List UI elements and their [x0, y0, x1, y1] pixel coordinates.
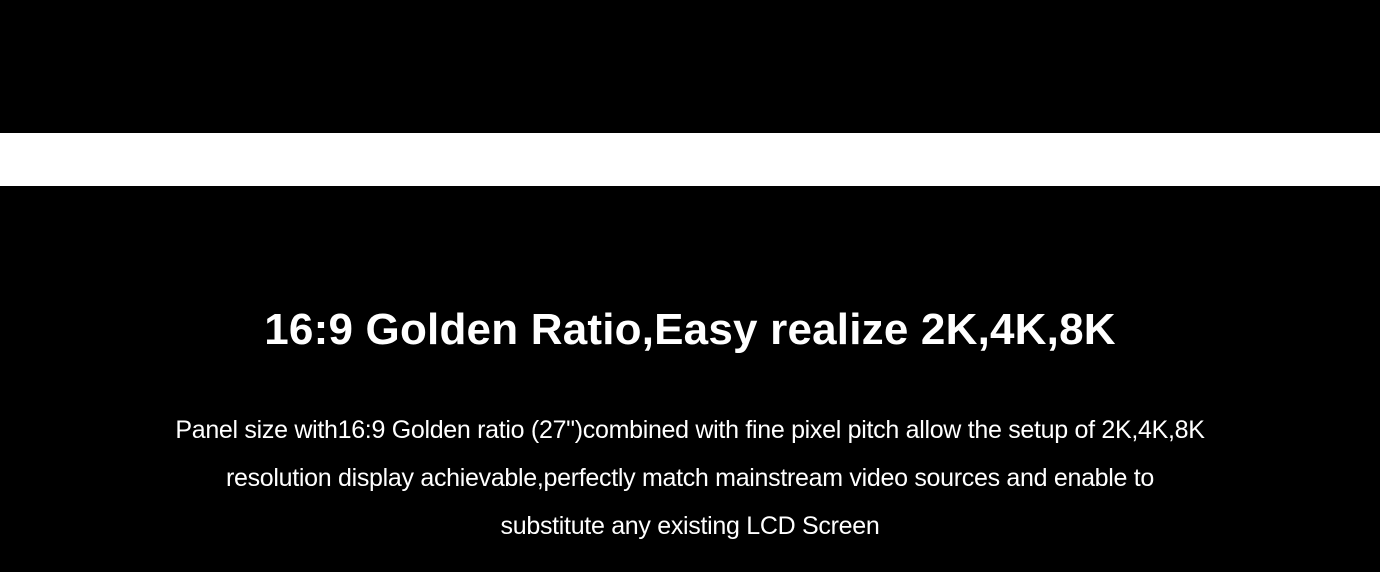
feature-description: Panel size with16:9 Golden ratio (27")co…: [90, 406, 1290, 550]
feature-description-line-3: substitute any existing LCD Screen: [500, 512, 880, 540]
feature-headline: 16:9 Golden Ratio,Easy realize 2K,4K,8K: [264, 305, 1116, 355]
white-divider-band: [0, 133, 1380, 186]
feature-section: 16:9 Golden Ratio,Easy realize 2K,4K,8K …: [0, 186, 1380, 572]
product-feature-page: 16:9 Golden Ratio,Easy realize 2K,4K,8K …: [0, 0, 1380, 572]
feature-description-line-1: Panel size with16:9 Golden ratio (27")co…: [175, 416, 1205, 444]
top-dark-area: [0, 0, 1380, 133]
feature-description-line-2: resolution display achievable,perfectly …: [225, 464, 1155, 492]
